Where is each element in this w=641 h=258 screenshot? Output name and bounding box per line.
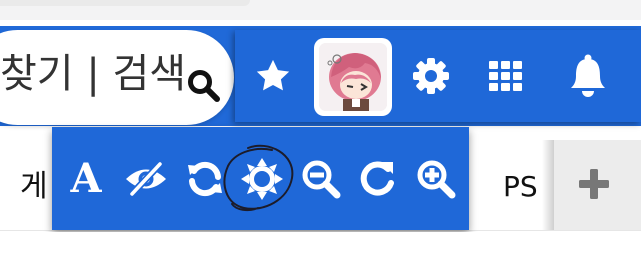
sync-button[interactable]: [180, 127, 230, 230]
refresh-icon: [360, 161, 394, 195]
grid-icon: [489, 61, 522, 91]
brightness-icon: [241, 157, 283, 200]
avatar-image: [319, 43, 387, 111]
search-placeholder[interactable]: 찾기 | 검색: [0, 47, 186, 101]
settings-button[interactable]: [407, 30, 455, 122]
tab-divider: [542, 140, 554, 230]
page-content-area: [0, 232, 641, 258]
plus-icon[interactable]: [576, 166, 612, 202]
zoom-out-button[interactable]: [296, 127, 346, 230]
star-icon: [256, 59, 290, 91]
sync-icon: [188, 161, 222, 196]
zoom-out-icon: [302, 160, 341, 198]
font-button[interactable]: A: [62, 127, 110, 230]
top-strip: [0, 0, 641, 20]
toolbar: [235, 30, 641, 122]
search-icon[interactable]: [186, 68, 222, 104]
avatar-illustration: [319, 43, 387, 111]
reader-options-popup: A: [52, 127, 469, 230]
favorite-button[interactable]: [247, 30, 299, 122]
hide-button[interactable]: [120, 127, 172, 230]
font-icon: A: [70, 154, 102, 202]
bell-icon: [571, 54, 605, 97]
notifications-button[interactable]: [563, 30, 613, 122]
eye-slash-icon: [126, 161, 166, 196]
avatar[interactable]: [314, 38, 392, 116]
zoom-in-icon: [417, 160, 456, 198]
top-address-bar: [0, 0, 250, 6]
zoom-in-button[interactable]: [410, 127, 462, 230]
apps-button[interactable]: [481, 30, 531, 122]
gear-icon: [413, 58, 449, 94]
brightness-button[interactable]: [236, 127, 288, 230]
refresh-button[interactable]: [352, 127, 402, 230]
tab-left-label[interactable]: 게: [20, 165, 48, 209]
tab-ps-label[interactable]: PS: [503, 165, 538, 209]
